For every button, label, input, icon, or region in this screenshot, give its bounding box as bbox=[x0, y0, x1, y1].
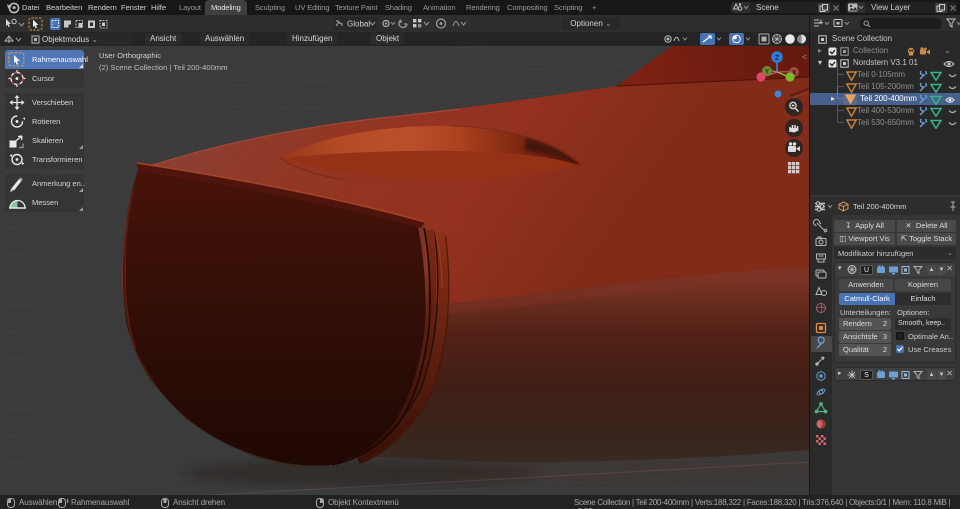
svg-text:Global: Global bbox=[347, 20, 370, 29]
svg-text:(2) Scene Collection | Teil 20: (2) Scene Collection | Teil 200-400mm bbox=[99, 63, 227, 72]
svg-text:User Orthographic: User Orthographic bbox=[99, 51, 161, 60]
svg-text:Z: Z bbox=[775, 55, 780, 62]
svg-text:Y: Y bbox=[765, 69, 770, 76]
svg-text:<: < bbox=[802, 52, 807, 62]
